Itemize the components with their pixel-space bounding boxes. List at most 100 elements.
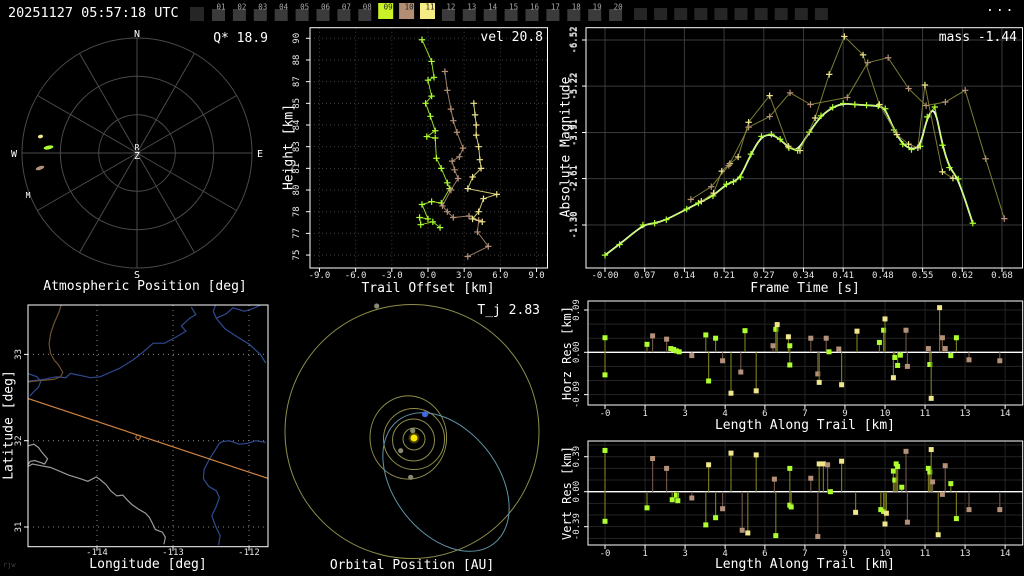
- residual-point: [895, 362, 901, 368]
- residual-point: [644, 341, 650, 347]
- residual-point: [602, 335, 608, 341]
- svg-text:0.41: 0.41: [832, 271, 854, 281]
- svg-text:-3.0: -3.0: [381, 271, 403, 281]
- svg-text:77: 77: [292, 228, 302, 239]
- mars-orbit: [369, 395, 448, 480]
- svg-text:0.21: 0.21: [713, 271, 735, 281]
- svg-text:N: N: [134, 29, 140, 40]
- svg-text:16: 16: [530, 3, 540, 12]
- residual-point: [706, 462, 712, 468]
- residual-point: [808, 475, 814, 481]
- residual-point: [602, 372, 608, 378]
- residual-point: [669, 497, 675, 503]
- residual-point: [854, 328, 860, 334]
- frame-thumb-extra[interactable]: [774, 8, 788, 20]
- svg-text:0.07: 0.07: [634, 271, 656, 281]
- svg-text:-6.52: -6.52: [570, 26, 580, 53]
- svg-text:75: 75: [292, 250, 302, 261]
- residual-point: [816, 379, 822, 385]
- svg-text:02: 02: [237, 3, 246, 12]
- atmospheric-axis-title: Atmospheric Position [deg]: [43, 279, 247, 294]
- map-y-axis-title: Latitude [deg]: [1, 370, 17, 480]
- meteor-detection-blob: [35, 165, 45, 171]
- border-line: [28, 305, 64, 383]
- svg-text:09: 09: [384, 3, 393, 12]
- frame-thumb-extra[interactable]: [714, 8, 728, 20]
- residual-point: [664, 465, 670, 471]
- svg-text:33: 33: [14, 349, 24, 360]
- residual-point: [676, 349, 682, 355]
- svg-text:03: 03: [258, 3, 267, 12]
- frame-thumb-extra[interactable]: [694, 8, 708, 20]
- residual-point: [739, 527, 745, 533]
- residual-point: [773, 533, 779, 539]
- vert-res-y-axis-title: Vert Res [km]: [560, 446, 574, 540]
- frame-thumb-extra[interactable]: [814, 8, 828, 20]
- planet-dot: [408, 474, 414, 480]
- residual-point: [650, 333, 656, 339]
- residual-point: [742, 328, 748, 334]
- residual-point: [899, 484, 905, 490]
- svg-text:12: 12: [446, 3, 455, 12]
- residual-point: [839, 382, 845, 388]
- svg-text:14: 14: [488, 3, 498, 12]
- svg-text:13: 13: [467, 3, 476, 12]
- residual-point: [664, 336, 670, 342]
- residual-point: [836, 346, 842, 352]
- frame-thumb-extra[interactable]: [674, 8, 688, 20]
- svg-text:E: E: [257, 149, 263, 160]
- frame-thumb-extra[interactable]: [634, 8, 647, 20]
- frame-thumb-extra[interactable]: [754, 8, 768, 20]
- svg-text:04: 04: [279, 3, 289, 12]
- svg-text:0.68: 0.68: [991, 271, 1013, 281]
- residual-point: [675, 498, 681, 504]
- residual-point: [713, 515, 719, 521]
- svg-text:87: 87: [292, 76, 302, 87]
- residual-point: [937, 305, 943, 311]
- frame-thumb-extra[interactable]: [734, 8, 748, 20]
- residual-point: [903, 327, 909, 333]
- residual-point: [753, 452, 759, 458]
- svg-text:Z: Z: [134, 151, 140, 162]
- residual-point: [904, 519, 910, 525]
- river-line: [28, 306, 197, 382]
- residual-point: [703, 522, 709, 528]
- svg-text:0.62: 0.62: [951, 271, 973, 281]
- planet-dot: [398, 448, 404, 454]
- residual-point: [942, 463, 948, 469]
- residual-point: [853, 509, 859, 515]
- frame-thumb-extra[interactable]: [654, 8, 668, 20]
- svg-text:0.27: 0.27: [753, 271, 775, 281]
- residual-point: [787, 465, 793, 471]
- overflow-menu-icon[interactable]: ...: [986, 0, 1015, 15]
- svg-text:78: 78: [292, 206, 302, 217]
- residual-point: [997, 507, 1003, 513]
- svg-text:3.0: 3.0: [456, 271, 472, 281]
- residual-point: [774, 322, 780, 328]
- svg-text:0.34: 0.34: [793, 271, 815, 281]
- frame-thumb-lead[interactable]: [190, 7, 204, 21]
- frame-thumb-extra[interactable]: [794, 8, 808, 20]
- trail-y-axis-title: Height [km]: [281, 103, 297, 191]
- svg-text:05: 05: [300, 3, 309, 12]
- residual-point: [728, 450, 734, 456]
- residual-point: [904, 363, 910, 369]
- residual-point: [745, 530, 751, 536]
- map-panel: -114 -113 -112333231: [14, 304, 269, 558]
- residual-point: [753, 388, 759, 394]
- residual-point: [689, 353, 695, 359]
- trail-x-axis-title: Trail Offset [km]: [361, 281, 495, 296]
- svg-text:11: 11: [425, 3, 434, 12]
- residual-point: [825, 462, 831, 468]
- svg-text:W: W: [11, 149, 18, 160]
- svg-text:17: 17: [551, 3, 560, 12]
- vert-res-x-axis-title: Length Along Trail [km]: [714, 557, 895, 572]
- residual-point: [650, 456, 656, 462]
- residual-point: [713, 335, 719, 341]
- residual-point: [770, 343, 776, 349]
- residual-point: [939, 491, 945, 497]
- residual-point: [787, 362, 793, 368]
- residual-point: [785, 334, 791, 340]
- river-line: [202, 440, 266, 546]
- residual-point: [788, 504, 794, 510]
